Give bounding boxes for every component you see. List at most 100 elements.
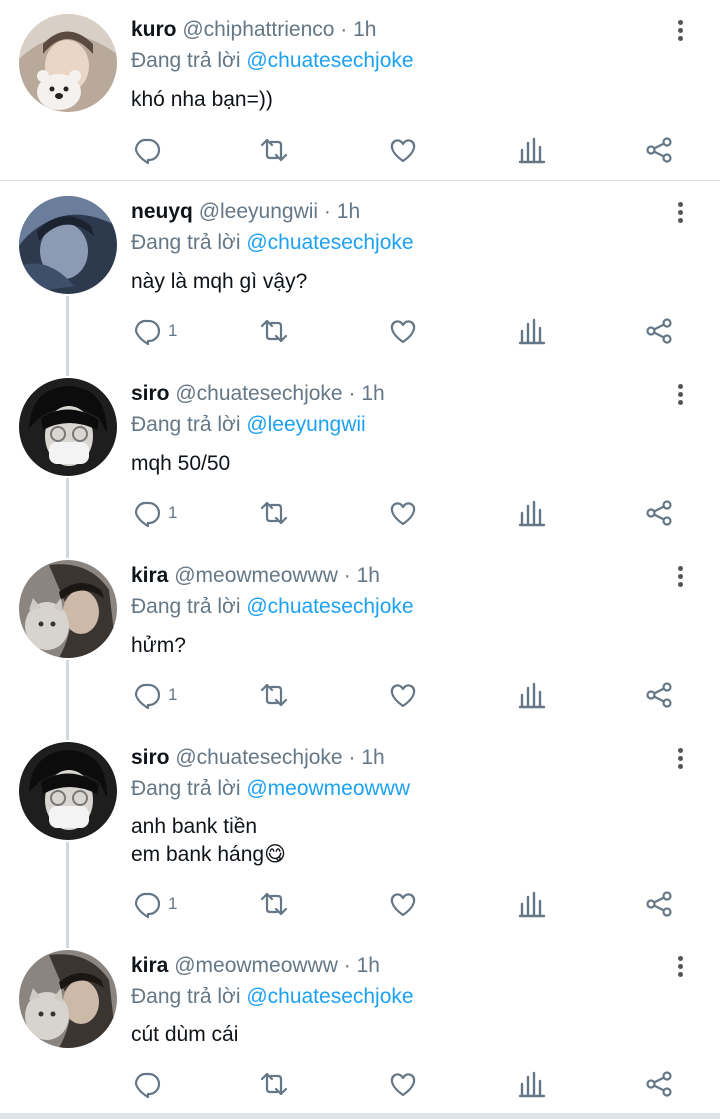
share-icon (646, 891, 672, 917)
retweet-button[interactable] (259, 677, 289, 713)
retweet-button[interactable] (259, 313, 289, 349)
user-handle[interactable]: @leeyungwii (199, 200, 318, 223)
share-button[interactable] (644, 886, 674, 922)
replying-to: Đang trả lời @chuatesechjoke (131, 228, 414, 258)
separator-dot: · (343, 954, 351, 977)
like-button[interactable] (388, 132, 418, 168)
mention-link[interactable]: @chuatesechjoke (246, 231, 413, 254)
retweet-icon (260, 501, 288, 525)
user-handle[interactable]: @meowmeowww (174, 564, 338, 587)
display-name[interactable]: kira (131, 564, 168, 587)
separator-dot: · (348, 746, 356, 769)
replying-to-label: Đang trả lời (131, 231, 241, 254)
replying-to-label: Đang trả lời (131, 595, 241, 618)
stats-button[interactable] (517, 1066, 547, 1102)
avatar-image (19, 196, 117, 294)
like-button[interactable] (388, 1066, 418, 1102)
reply-count: 1 (168, 321, 178, 340)
reply-button[interactable]: 1 (132, 886, 177, 922)
timestamp[interactable]: 1h (361, 746, 384, 769)
retweet-button[interactable] (259, 132, 289, 168)
avatar[interactable] (19, 742, 117, 840)
mention-link[interactable]: @chuatesechjoke (246, 595, 413, 618)
share-icon (646, 137, 672, 163)
avatar-image (19, 560, 117, 658)
bar-chart-icon (518, 1071, 546, 1098)
avatar[interactable] (19, 14, 117, 112)
replying-to: Đang trả lời @chuatesechjoke (131, 592, 414, 622)
share-button[interactable] (644, 495, 674, 531)
reply-button[interactable] (132, 1066, 168, 1102)
more-vertical-icon[interactable] (668, 381, 692, 411)
reply-button[interactable]: 1 (132, 677, 177, 713)
share-button[interactable] (644, 313, 674, 349)
like-button[interactable] (388, 886, 418, 922)
user-handle[interactable]: @chuatesechjoke (175, 382, 342, 405)
reply-count: 1 (168, 894, 178, 913)
heart-icon (390, 320, 416, 344)
stats-button[interactable] (517, 313, 547, 349)
tweet-header: kira @meowmeowww · 1h (131, 561, 380, 591)
more-vertical-icon[interactable] (668, 199, 692, 229)
more-vertical-icon[interactable] (668, 745, 692, 775)
heart-icon (390, 502, 416, 526)
timestamp[interactable]: 1h (337, 200, 360, 223)
display-name[interactable]: kira (131, 954, 168, 977)
user-handle[interactable]: @chuatesechjoke (175, 746, 342, 769)
reply-icon (134, 1072, 161, 1099)
stats-button[interactable] (517, 495, 547, 531)
avatar[interactable] (19, 378, 117, 476)
more-vertical-icon[interactable] (668, 953, 692, 983)
display-name[interactable]: siro (131, 746, 170, 769)
tweet-text: anh bank tiền em bank háng😋 (131, 815, 286, 866)
display-name[interactable]: kuro (131, 18, 177, 41)
reply-button[interactable] (132, 132, 168, 168)
like-button[interactable] (388, 313, 418, 349)
replying-to-label: Đang trả lời (131, 777, 241, 800)
mention-link[interactable]: @meowmeowww (246, 777, 410, 800)
reply-icon (134, 138, 161, 165)
reply-button[interactable]: 1 (132, 495, 177, 531)
avatar[interactable] (19, 196, 117, 294)
replying-to: Đang trả lời @chuatesechjoke (131, 46, 414, 76)
stats-button[interactable] (517, 886, 547, 922)
timestamp[interactable]: 1h (353, 18, 376, 41)
avatar[interactable] (19, 560, 117, 658)
like-button[interactable] (388, 495, 418, 531)
stats-button[interactable] (517, 132, 547, 168)
tweet-text: mqh 50/50 (131, 452, 231, 475)
share-button[interactable] (644, 1066, 674, 1102)
tweet-header: siro @chuatesechjoke · 1h (131, 743, 385, 773)
separator-dot: · (323, 200, 331, 223)
avatar-image (19, 378, 117, 476)
mention-link[interactable]: @chuatesechjoke (246, 985, 413, 1008)
display-name[interactable]: siro (131, 382, 170, 405)
avatar[interactable] (19, 950, 117, 1048)
retweet-button[interactable] (259, 1066, 289, 1102)
share-button[interactable] (644, 132, 674, 168)
share-icon (646, 500, 672, 526)
more-vertical-icon[interactable] (668, 563, 692, 593)
like-button[interactable] (388, 677, 418, 713)
more-vertical-icon[interactable] (668, 17, 692, 47)
timestamp[interactable]: 1h (357, 564, 380, 587)
display-name[interactable]: neuyq (131, 200, 193, 223)
user-handle[interactable]: @chiphattrienco (182, 18, 334, 41)
timestamp[interactable]: 1h (357, 954, 380, 977)
bottom-divider (0, 1113, 720, 1119)
share-button[interactable] (644, 677, 674, 713)
reply-icon (134, 501, 161, 528)
tweet-divider (0, 180, 720, 181)
tweet-text: cút dùm cái (131, 1023, 239, 1046)
mention-link[interactable]: @chuatesechjoke (246, 49, 413, 72)
reply-count: 1 (168, 685, 178, 704)
replying-to: Đang trả lời @chuatesechjoke (131, 982, 414, 1012)
user-handle[interactable]: @meowmeowww (174, 954, 338, 977)
tweet-text: này là mqh gì vậy? (131, 270, 308, 293)
timestamp[interactable]: 1h (361, 382, 384, 405)
mention-link[interactable]: @leeyungwii (246, 413, 365, 436)
reply-button[interactable]: 1 (132, 313, 177, 349)
retweet-button[interactable] (259, 886, 289, 922)
stats-button[interactable] (517, 677, 547, 713)
retweet-button[interactable] (259, 495, 289, 531)
